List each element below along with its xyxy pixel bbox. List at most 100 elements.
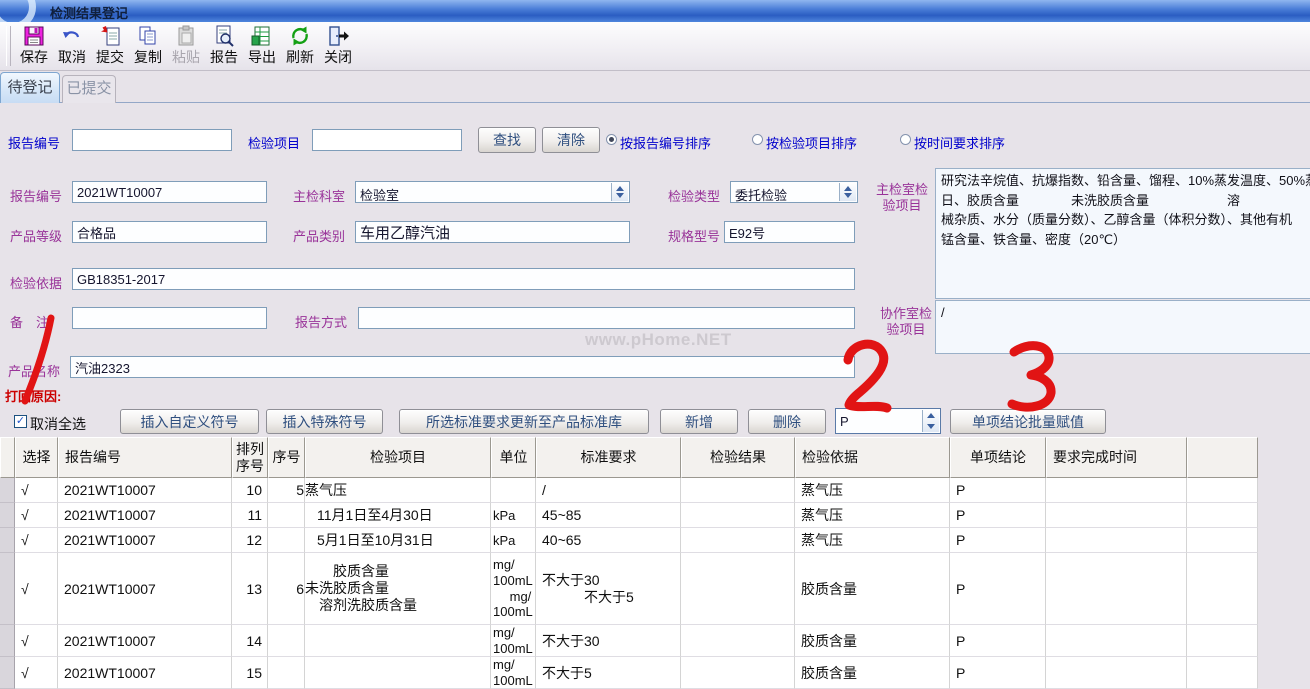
spec-model-label: 规格型号 [668, 226, 720, 245]
copy-button[interactable]: 复制 [129, 22, 167, 69]
cell-result [681, 625, 795, 657]
cell-report-no: 2021WT10007 [58, 625, 232, 657]
inspect-basis-field[interactable] [72, 268, 855, 290]
table-row[interactable]: √ 2021WT10007 11 11月1日至4月30日 kPa 45~85 蒸… [0, 503, 1258, 528]
cell-select[interactable]: √ [15, 553, 58, 625]
insert-custom-symbol-button[interactable]: 插入自定义符号 [120, 409, 259, 434]
spinner-icon[interactable] [922, 410, 939, 432]
table-row[interactable]: √ 2021WT10007 13 6 胶质含量 未洗胶质含量 溶剂洗胶质含量 m… [0, 553, 1258, 625]
cell-conclusion: P [950, 553, 1046, 625]
sort-by-report-no-radio[interactable] [606, 134, 617, 145]
delete-button[interactable]: 删除 [748, 409, 826, 434]
handwritten-mark-3 [1012, 346, 1051, 407]
cell-select[interactable]: √ [15, 528, 58, 553]
export-icon [250, 24, 274, 48]
cell-std: 45~85 [536, 503, 681, 528]
report-button[interactable]: 报告 [205, 22, 243, 69]
paste-icon [174, 24, 198, 48]
main-items-label: 主检室检验项目 [873, 182, 931, 215]
coop-items-textarea[interactable]: / [935, 300, 1310, 354]
cell-select[interactable]: √ [15, 625, 58, 657]
header-conclusion[interactable]: 单项结论 [950, 437, 1046, 478]
header-order[interactable]: 排列序号 [232, 437, 268, 478]
spinner-icon[interactable] [611, 183, 628, 201]
header-select[interactable]: 选择 [15, 437, 58, 478]
header-unit[interactable]: 单位 [491, 437, 536, 478]
cell-std: 40~65 [536, 528, 681, 553]
save-icon [22, 24, 46, 48]
uncheck-all-checkbox[interactable]: ✓ [14, 415, 27, 428]
sort-by-item-label: 按检验项目排序 [766, 133, 857, 152]
cell-conclusion: P [950, 503, 1046, 528]
header-item[interactable]: 检验项目 [305, 437, 491, 478]
main-items-textarea[interactable]: 研究法辛烷值、抗爆指数、铅含量、馏程、10%蒸发温度、50%蒸 日、胶质含量 未… [935, 168, 1310, 299]
remark-field[interactable] [72, 307, 267, 329]
refresh-button[interactable]: 刷新 [281, 22, 319, 69]
cell-report-no: 2021WT10007 [58, 553, 232, 625]
batch-conclusion-button[interactable]: 单项结论批量赋值 [950, 409, 1106, 434]
search-report-no-input[interactable] [72, 129, 232, 151]
table-row[interactable]: √ 2021WT10007 14 mg/ 100mL 不大于30 胶质含量 P [0, 625, 1258, 657]
header-result[interactable]: 检验结果 [681, 437, 795, 478]
cell-item: 胶质含量 未洗胶质含量 溶剂洗胶质含量 [305, 553, 491, 625]
tab-pending[interactable]: 待登记 [0, 72, 60, 103]
cell-basis: 胶质含量 [795, 657, 950, 689]
copy-icon [136, 24, 160, 48]
header-seq[interactable]: 序号 [268, 437, 305, 478]
copy-button-label: 复制 [134, 48, 162, 66]
tab-submitted[interactable]: 已提交 [62, 75, 116, 103]
cell-select[interactable]: √ [15, 478, 58, 503]
table-row[interactable]: √ 2021WT10007 15 mg/ 100mL 不大于5 胶质含量 P [0, 657, 1258, 689]
export-button-label: 导出 [248, 48, 276, 66]
sort-by-item-radio[interactable] [752, 134, 763, 145]
undo-icon [60, 24, 84, 48]
update-standard-button[interactable]: 所选标准要求更新至产品标准库 [399, 409, 649, 434]
header-time[interactable]: 要求完成时间 [1046, 437, 1187, 478]
cell-unit: mg/ 100mL mg/ 100mL [491, 553, 536, 625]
table-row[interactable]: √ 2021WT10007 10 5 蒸气压 / 蒸气压 P [0, 478, 1258, 503]
sort-by-time-radio[interactable] [900, 134, 911, 145]
cell-conclusion: P [950, 528, 1046, 553]
submit-button[interactable]: 提交 [91, 22, 129, 69]
product-grade-label: 产品等级 [10, 226, 62, 245]
cell-item [305, 657, 491, 689]
paste-button: 粘贴 [167, 22, 205, 69]
report-method-field[interactable] [358, 307, 855, 329]
close-button[interactable]: 关闭 [319, 22, 357, 69]
cell-conclusion: P [950, 478, 1046, 503]
save-button[interactable]: 保存 [15, 22, 53, 69]
report-no-field[interactable] [72, 181, 267, 203]
refresh-icon [288, 24, 312, 48]
product-category-field[interactable] [355, 221, 630, 243]
spec-model-field[interactable] [724, 221, 855, 243]
header-report-no[interactable]: 报告编号 [58, 437, 232, 478]
toolbar-grip[interactable] [6, 26, 11, 66]
report-no-label: 报告编号 [10, 186, 62, 205]
coop-items-label: 协作室检验项目 [878, 306, 934, 339]
cell-select[interactable]: √ [15, 503, 58, 528]
cancel-button[interactable]: 取消 [53, 22, 91, 69]
main-dept-combo[interactable]: 检验室 [355, 181, 630, 203]
cell-order: 15 [232, 657, 268, 689]
cell-time [1046, 478, 1187, 503]
cell-select[interactable]: √ [15, 657, 58, 689]
product-grade-field[interactable] [72, 221, 267, 243]
table-row[interactable]: √ 2021WT10007 12 5月1日至10月31日 kPa 40~65 蒸… [0, 528, 1258, 553]
insert-special-symbol-button[interactable]: 插入特殊符号 [266, 409, 383, 434]
header-basis[interactable]: 检验依据 [795, 437, 950, 478]
header-std[interactable]: 标准要求 [536, 437, 681, 478]
export-button[interactable]: 导出 [243, 22, 281, 69]
cell-seq: 6 [268, 553, 305, 625]
cell-item: 蒸气压 [305, 478, 491, 503]
inspect-type-combo[interactable]: 委托检验 [730, 181, 858, 203]
clear-button[interactable]: 清除 [542, 127, 600, 153]
cell-seq [268, 625, 305, 657]
add-button[interactable]: 新增 [660, 409, 738, 434]
cell-item [305, 625, 491, 657]
search-item-input[interactable] [312, 129, 462, 151]
product-name-field[interactable] [70, 356, 855, 378]
conclusion-combo[interactable]: P [835, 408, 941, 434]
spinner-icon[interactable] [839, 183, 856, 201]
find-button[interactable]: 查找 [478, 127, 536, 153]
cell-seq [268, 657, 305, 689]
